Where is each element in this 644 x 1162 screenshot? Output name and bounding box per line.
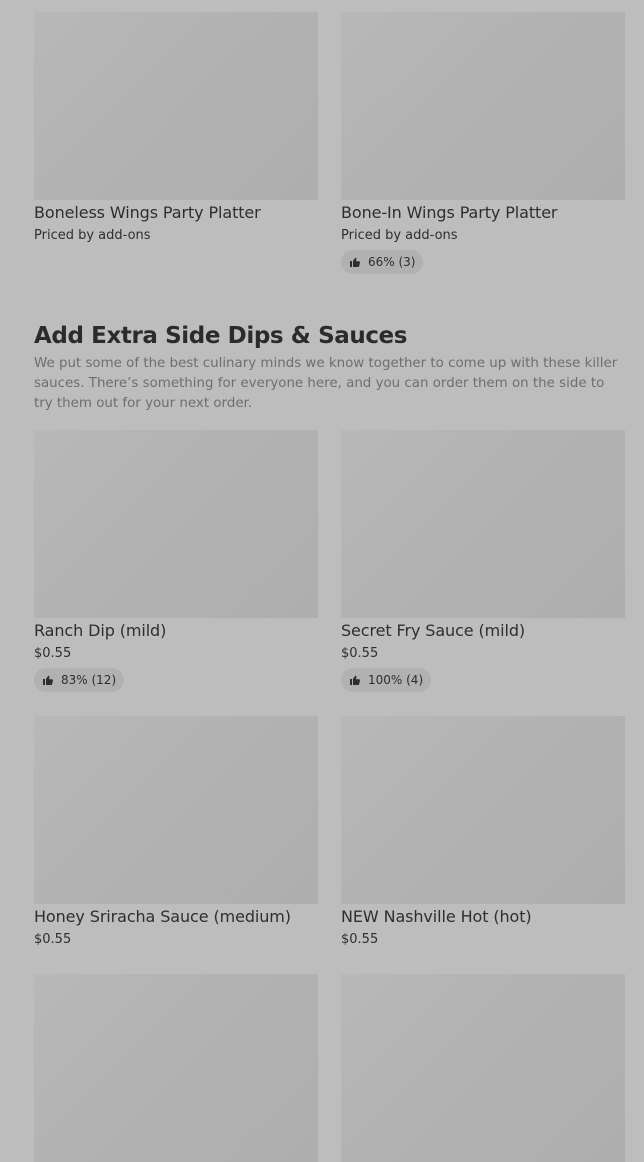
section-title: Add Extra Side Dips & Sauces [34, 323, 408, 349]
menu-item-card[interactable]: Honey Sriracha Sauce (medium) $0.55 [34, 716, 318, 947]
rating-text: 83% (12) [61, 673, 117, 687]
menu-item-card[interactable]: Boneless Wings Party Platter Priced by a… [34, 12, 318, 243]
rating-text: 66% (3) [368, 255, 416, 269]
menu-item-title: Boneless Wings Party Platter [34, 203, 261, 222]
menu-item-image[interactable] [34, 430, 318, 618]
menu-item-price: Priced by add-ons [341, 228, 458, 243]
menu-item-price: Priced by add-ons [34, 228, 151, 243]
menu-item-card[interactable]: NEW Nashville Hot (hot) $0.55 [341, 716, 625, 947]
menu-item-image[interactable] [341, 716, 625, 904]
menu-item-card[interactable]: Secret Fry Sauce (mild) $0.55 100% (4) [341, 430, 625, 692]
menu-item-title: Honey Sriracha Sauce (medium) [34, 907, 291, 926]
menu-item-card[interactable] [341, 974, 625, 1162]
menu-item-image[interactable] [341, 12, 625, 200]
rating-text: 100% (4) [368, 673, 424, 687]
menu-item-card[interactable]: Bone-In Wings Party Platter Priced by ad… [341, 12, 625, 274]
menu-item-card[interactable]: Ranch Dip (mild) $0.55 83% (12) [34, 430, 318, 692]
rating-badge: 83% (12) [34, 668, 125, 692]
menu-item-title: Secret Fry Sauce (mild) [341, 621, 526, 640]
menu-item-price: $0.55 [341, 646, 379, 661]
thumbs-up-icon [42, 674, 54, 686]
menu-item-image[interactable] [341, 974, 625, 1162]
menu-item-title: Bone-In Wings Party Platter [341, 203, 558, 222]
menu-item-price: $0.55 [34, 932, 72, 947]
menu-item-image[interactable] [34, 974, 318, 1162]
menu-item-image[interactable] [34, 716, 318, 904]
menu-item-card[interactable] [34, 974, 318, 1162]
thumbs-up-icon [349, 674, 361, 686]
menu-item-title: NEW Nashville Hot (hot) [341, 907, 532, 926]
menu-item-image[interactable] [341, 430, 625, 618]
thumbs-up-icon [349, 256, 361, 268]
rating-badge: 100% (4) [341, 668, 432, 692]
rating-badge: 66% (3) [341, 250, 424, 274]
menu-item-title: Ranch Dip (mild) [34, 621, 167, 640]
menu-page: Boneless Wings Party Platter Priced by a… [0, 0, 644, 1162]
menu-item-image[interactable] [34, 12, 318, 200]
section-description: We put some of the best culinary minds w… [34, 356, 618, 411]
menu-item-price: $0.55 [34, 646, 72, 661]
menu-item-price: $0.55 [341, 932, 379, 947]
